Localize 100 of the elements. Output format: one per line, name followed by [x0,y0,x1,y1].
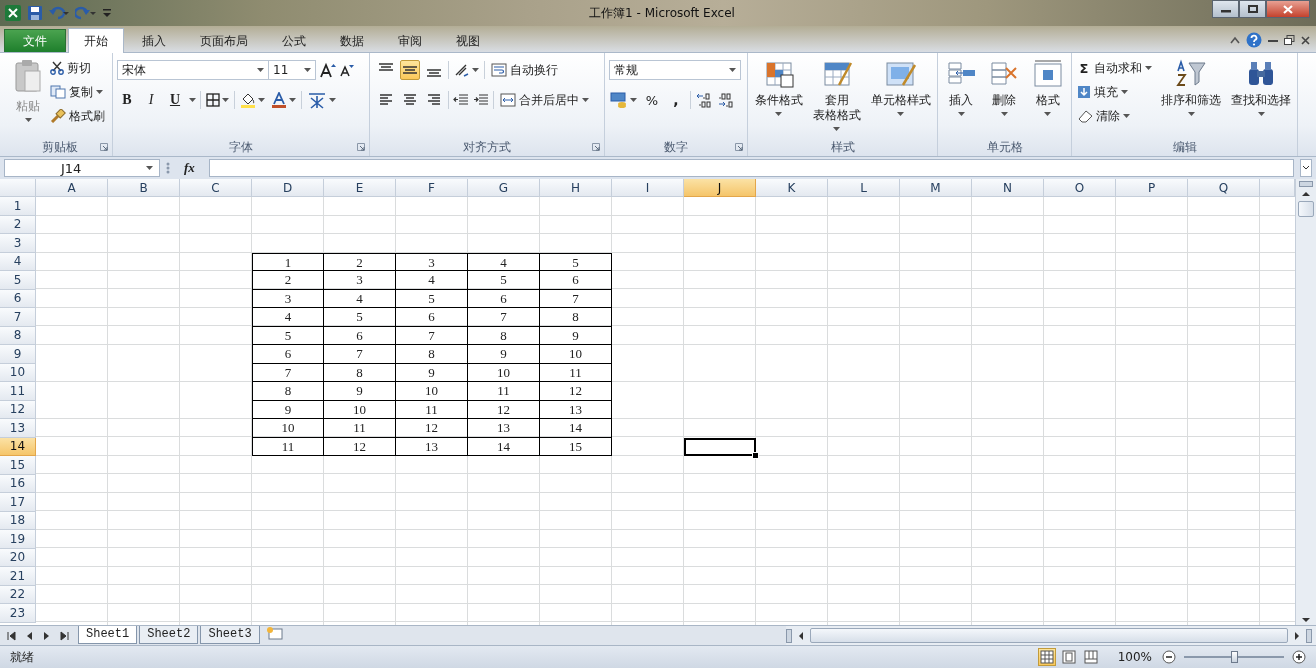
conditional-format-button[interactable]: 条件格式 [751,57,806,118]
currency-button[interactable] [609,90,638,110]
column-header[interactable]: K [756,179,828,197]
column-header[interactable]: F [396,179,468,197]
paste-button[interactable]: 粘贴 [11,57,45,124]
column-header[interactable]: I [612,179,684,197]
row-header[interactable]: 9 [0,345,36,364]
delete-cells-button[interactable]: 删除 [985,57,1024,118]
phonetic-button[interactable] [306,90,337,110]
scroll-up-icon[interactable] [1300,189,1312,199]
vertical-align-button[interactable] [400,60,420,80]
shrink-font-icon[interactable] [340,63,354,77]
ribbon-tab[interactable]: 页面布局 [184,29,264,52]
merge-center-button[interactable]: 合并后居中 [498,89,591,111]
decrease-indent-icon[interactable] [453,93,469,107]
active-cell[interactable] [684,437,756,456]
number-format-dropdown[interactable]: 常规 [609,60,741,80]
customize-icon[interactable] [102,6,112,20]
dialog-launcher-icon[interactable] [357,143,365,151]
font-color-button[interactable] [270,90,297,110]
close-icon[interactable] [1301,35,1310,45]
sheet-tab[interactable]: Sheet3 [200,626,260,644]
fill-button[interactable]: 填充 [1075,81,1154,103]
dialog-launcher-icon[interactable] [100,143,108,151]
scroll-right-icon[interactable] [1292,630,1302,641]
save-icon[interactable] [27,5,43,21]
dialog-launcher-icon[interactable] [735,143,743,151]
ribbon-tab[interactable]: 视图 [440,29,496,52]
sort-filter-button[interactable]: 排序和筛选 [1158,57,1224,118]
align-right-icon[interactable] [427,94,441,106]
row-header[interactable]: 5 [0,271,36,290]
split-handle-icon[interactable] [1299,181,1313,187]
row-header[interactable]: 13 [0,419,36,438]
italic-button[interactable]: I [141,90,161,110]
decrease-decimal-icon[interactable] [717,92,735,108]
bold-button[interactable]: B [117,90,137,110]
close-button[interactable] [1266,0,1310,18]
cell-styles-button[interactable]: 单元格样式 [867,57,934,118]
column-header[interactable]: G [468,179,540,197]
autosum-button[interactable]: Σ 自动求和 [1075,57,1154,79]
column-header[interactable]: H [540,179,612,197]
scrollbar-thumb[interactable] [1298,201,1314,217]
expand-icon[interactable] [1300,159,1312,177]
row-header[interactable]: 17 [0,493,36,512]
minimize-button[interactable] [1212,0,1239,18]
split-handle-icon[interactable] [786,628,792,643]
view-button[interactable] [1037,648,1056,666]
row-header[interactable]: 7 [0,308,36,327]
collapse-icon[interactable] [1230,36,1240,44]
row-header[interactable]: 19 [0,530,36,549]
font-size-dropdown[interactable]: 11 [268,60,316,80]
help-icon[interactable] [1246,32,1262,48]
scrollbar-thumb[interactable] [810,628,1288,643]
row-header[interactable]: 23 [0,604,36,623]
zoom-in-icon[interactable] [1292,650,1306,664]
ribbon-tab[interactable]: 文件 [4,29,66,52]
insert-cells-button[interactable]: 插入 [942,57,981,118]
column-header[interactable]: A [36,179,108,197]
underline-button[interactable]: U [165,90,185,110]
column-header[interactable]: J [684,179,756,197]
view-button[interactable] [1059,648,1078,666]
last-sheet-icon[interactable] [60,630,70,641]
column-header[interactable]: D [252,179,324,197]
maximize-button[interactable] [1239,0,1266,18]
row-header[interactable]: 21 [0,567,36,586]
font-name-dropdown[interactable]: 宋体 [117,60,269,80]
column-header[interactable]: O [1044,179,1116,197]
percent-button[interactable]: % [642,90,662,110]
row-header[interactable]: 1 [0,197,36,216]
copy-button[interactable]: 复制 [48,81,107,103]
align-left-icon[interactable] [379,94,393,106]
column-header[interactable]: L [828,179,900,197]
column-header[interactable]: E [324,179,396,197]
formula-input[interactable] [208,159,1294,177]
format-cells-button[interactable]: 格式 [1028,57,1067,118]
find-select-button[interactable]: 查找和选择 [1228,57,1294,118]
zoom-out-icon[interactable] [1162,650,1176,664]
column-header[interactable]: Q [1188,179,1260,197]
ribbon-tab[interactable]: 审阅 [382,29,438,52]
zoom-level[interactable]: 100% [1117,650,1152,664]
ribbon-tab[interactable]: 插入 [126,29,182,52]
align-center-icon[interactable] [403,94,417,106]
comma-button[interactable]: , [666,90,686,110]
name-box[interactable]: J14 [4,159,160,177]
view-button[interactable] [1081,648,1100,666]
grow-font-icon[interactable] [320,62,336,78]
slider-thumb[interactable] [1231,651,1238,663]
split-handle-icon[interactable] [1306,628,1312,643]
ribbon-tab[interactable]: 数据 [324,29,380,52]
column-header[interactable]: N [972,179,1044,197]
sheet-tab[interactable]: Sheet1 [78,626,138,644]
column-header[interactable]: P [1116,179,1188,197]
row-header[interactable]: 3 [0,234,36,253]
row-header[interactable]: 11 [0,382,36,401]
ribbon-tab[interactable]: 开始 [68,28,124,53]
format-painter-button[interactable]: 格式刷 [48,105,107,127]
first-sheet-icon[interactable] [6,630,16,641]
wrap-text-button[interactable]: 自动换行 [489,59,560,81]
increase-decimal-icon[interactable] [695,92,713,108]
restore-icon[interactable] [1284,35,1295,45]
